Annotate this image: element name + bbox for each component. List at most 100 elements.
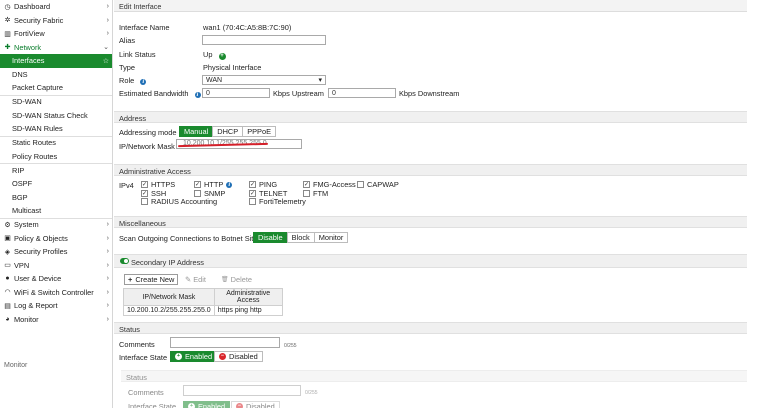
- nav-policy-objects[interactable]: ▣ Policy & Objects ›: [0, 232, 112, 246]
- ghost-enabled-button: + Enabled: [183, 401, 231, 408]
- checkbox[interactable]: [357, 181, 364, 188]
- interface-state-label: Interface State: [119, 353, 168, 362]
- ipmask-label: IP/Network Mask: [119, 142, 175, 151]
- nav-label: Log & Report: [14, 301, 58, 311]
- plus-icon: +: [128, 275, 133, 284]
- check-fortitelemetry[interactable]: FortiTelemetry: [249, 197, 306, 206]
- checkbox[interactable]: ✓: [194, 181, 201, 188]
- chart-icon: ▥: [4, 30, 11, 38]
- nav-fortiview[interactable]: ▥ FortiView ›: [0, 27, 112, 41]
- secondary-ip-toggle[interactable]: [120, 258, 129, 264]
- downstream-input[interactable]: [328, 88, 396, 98]
- nav-label: SD-WAN: [12, 97, 42, 107]
- nav-label: FortiView: [14, 29, 45, 39]
- addressing-mode-label: Addressing mode: [119, 128, 177, 137]
- nav-packet-capture[interactable]: Packet Capture: [0, 81, 112, 95]
- nav-bgp[interactable]: BGP: [0, 191, 112, 205]
- create-new-button[interactable]: + Create New: [124, 274, 179, 285]
- nav-network[interactable]: ✚ Network ⌄: [0, 41, 112, 55]
- table-row[interactable]: 10.200.10.2/255.255.255.0 https ping htt…: [123, 305, 283, 316]
- nav-monitor[interactable]: ◕ Monitor ›: [0, 313, 112, 327]
- checkbox[interactable]: [303, 189, 310, 197]
- check-capwap[interactable]: CAPWAP: [357, 180, 399, 189]
- nav-sdwan-status-check[interactable]: SD-WAN Status Check: [0, 109, 112, 123]
- botnet-disable[interactable]: Disable: [253, 232, 288, 243]
- botnet-label: Scan Outgoing Connections to Botnet Site…: [119, 234, 262, 243]
- nav-label: Packet Capture: [12, 83, 63, 93]
- role-select[interactable]: WAN ▾: [202, 75, 326, 85]
- section-address: Address: [114, 111, 747, 123]
- check-radius-accounting[interactable]: RADIUS Accounting: [141, 197, 217, 206]
- type-value: Physical Interface: [203, 63, 262, 72]
- nav-user-device[interactable]: ● User & Device ›: [0, 272, 112, 286]
- link-status-text: Up: [203, 50, 213, 59]
- botnet-monitor[interactable]: Monitor: [313, 232, 349, 243]
- panel-title: Edit Interface: [114, 0, 747, 12]
- checkbox[interactable]: ✓: [141, 189, 148, 197]
- edit-button[interactable]: ✎ Edit: [182, 274, 209, 285]
- mode-pppoe[interactable]: PPPoE: [242, 126, 277, 137]
- checkbox[interactable]: ✓: [303, 181, 310, 188]
- checkbox[interactable]: ✓: [141, 181, 148, 188]
- comments-textarea[interactable]: [170, 337, 280, 348]
- state-disabled-button[interactable]: − Disabled: [214, 351, 263, 362]
- checkbox[interactable]: ✓: [249, 189, 256, 197]
- column-header[interactable]: Administrative Access: [213, 288, 283, 306]
- upstream-input[interactable]: [202, 88, 270, 98]
- type-label: Type: [119, 63, 136, 72]
- botnet-block[interactable]: Block: [286, 232, 315, 243]
- nav-multicast[interactable]: Multicast: [0, 204, 112, 218]
- nav-system[interactable]: ⚙ System ›: [0, 218, 112, 232]
- info-icon[interactable]: i: [194, 92, 201, 98]
- nav-dns[interactable]: DNS: [0, 68, 112, 82]
- nav-label: RIP: [12, 165, 25, 175]
- nav-sdwan-rules[interactable]: SD-WAN Rules: [0, 122, 112, 136]
- info-icon[interactable]: i: [226, 181, 233, 188]
- nav-security-fabric[interactable]: ✲ Security Fabric ›: [0, 14, 112, 28]
- alias-input[interactable]: [202, 35, 326, 45]
- nav-wifi-switch[interactable]: ◠ WiFi & Switch Controller ›: [0, 286, 112, 300]
- checkbox[interactable]: [194, 189, 201, 197]
- column-header[interactable]: IP/Network Mask: [123, 288, 215, 306]
- check-ftm[interactable]: FTM: [303, 189, 328, 198]
- nav-label: VPN: [14, 260, 30, 270]
- comments-counter: 0/255: [284, 343, 297, 349]
- mode-dhcp[interactable]: DHCP: [212, 126, 244, 137]
- nav-sdwan[interactable]: SD-WAN: [0, 95, 112, 109]
- ghost-section-status: Status: [121, 370, 747, 382]
- plus-circle-icon: +: [188, 403, 195, 408]
- nav-log-report[interactable]: ▤ Log & Report ›: [0, 299, 112, 313]
- nav-security-profiles[interactable]: ◈ Security Profiles ›: [0, 245, 112, 259]
- checkbox[interactable]: [249, 198, 256, 205]
- info-icon[interactable]: i: [140, 79, 147, 85]
- main-panel: Edit Interface Interface Name wan1 (70:4…: [114, 0, 747, 408]
- bandwidth-label: Estimated Bandwidth i: [119, 89, 201, 98]
- mode-manual[interactable]: Manual: [179, 126, 214, 137]
- delete-button[interactable]: 🗑 Delete: [218, 274, 255, 285]
- nav-rip[interactable]: RIP: [0, 164, 112, 178]
- nav-ospf[interactable]: OSPF: [0, 177, 112, 191]
- nav-label: Policy & Objects: [14, 233, 68, 243]
- botnet-toggle: Disable Block Monitor: [253, 232, 349, 243]
- ghost-status-overlay: Status Comments 0/255 Interface State + …: [121, 368, 747, 408]
- nav-policy-routes[interactable]: Policy Routes: [0, 150, 112, 164]
- nav-vpn[interactable]: ▭ VPN ›: [0, 259, 112, 273]
- nav-static-routes[interactable]: Static Routes: [0, 136, 112, 150]
- star-icon[interactable]: ☆: [103, 57, 109, 65]
- nav-interfaces[interactable]: Interfaces ☆: [0, 54, 112, 68]
- checkbox[interactable]: [141, 198, 148, 205]
- state-enabled-button[interactable]: + Enabled: [170, 351, 218, 362]
- nav-label: SD-WAN Rules: [12, 124, 63, 134]
- nav-label: Static Routes: [12, 138, 56, 148]
- caret-down-icon: ▾: [318, 77, 322, 84]
- edit-label: Edit: [193, 275, 206, 284]
- check-label: FTM: [313, 188, 329, 198]
- ipv4-label: IPv4: [119, 181, 134, 190]
- checkbox[interactable]: ✓: [249, 181, 256, 188]
- fabric-icon: ✲: [4, 17, 11, 25]
- role-label-text: Role: [119, 76, 135, 85]
- section-secondary-ip: Secondary IP Address: [114, 254, 747, 268]
- nav-dashboard[interactable]: ◷ Dashboard ›: [0, 0, 112, 14]
- ghost-comments-counter: 0/255: [305, 390, 318, 396]
- check-label: RADIUS Accounting: [151, 197, 218, 206]
